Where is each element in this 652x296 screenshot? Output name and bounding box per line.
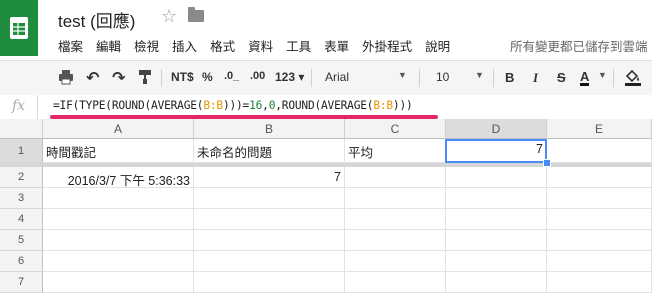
cell-c6[interactable]: [345, 251, 446, 272]
strikethrough-button[interactable]: S: [557, 70, 566, 85]
formula-input[interactable]: =IF(TYPE(ROUND(AVERAGE(B:B)))=16,0,ROUND…: [53, 99, 413, 112]
menu-file[interactable]: 檔案: [58, 36, 83, 55]
cell-a5[interactable]: [43, 230, 194, 251]
cell-e7[interactable]: [547, 272, 652, 293]
sheets-icon: [10, 17, 28, 39]
print-icon[interactable]: [58, 69, 74, 88]
undo-icon[interactable]: ↶: [86, 68, 99, 88]
formula-text: ))): [392, 99, 413, 112]
column-header-b[interactable]: B: [194, 119, 345, 139]
cell-d3[interactable]: [446, 188, 547, 209]
percent-format-button[interactable]: %: [202, 70, 213, 84]
document-title[interactable]: test (回應): [58, 7, 135, 32]
toolbar: ↶ ↷ NT$ % .0_ .00 123 ▾ Arial ▼ 10 ▼ B I…: [0, 60, 652, 96]
cell-e2[interactable]: [547, 167, 652, 188]
menu-form[interactable]: 表單: [324, 36, 349, 55]
paint-format-icon[interactable]: [138, 69, 152, 88]
menu-tools[interactable]: 工具: [286, 36, 311, 55]
formula-text: ,ROUND(AVERAGE(: [275, 99, 374, 112]
save-status: 所有變更都已儲存到雲端: [510, 40, 648, 54]
row-header-5[interactable]: 5: [0, 230, 43, 251]
folder-icon[interactable]: [188, 7, 204, 22]
cell-b7[interactable]: [194, 272, 345, 293]
row-header-3[interactable]: 3: [0, 188, 43, 209]
cell-d7[interactable]: [446, 272, 547, 293]
formula-range-ref: B:B: [373, 99, 393, 112]
formula-range-ref: B:B: [203, 99, 223, 112]
cell-a1[interactable]: 時間戳記: [43, 139, 194, 163]
chevron-down-icon[interactable]: ▼: [398, 70, 407, 80]
cell-c4[interactable]: [345, 209, 446, 230]
cell-e4[interactable]: [547, 209, 652, 230]
menu-format[interactable]: 格式: [210, 36, 235, 55]
row-header-4[interactable]: 4: [0, 209, 43, 230]
star-icon[interactable]: ☆: [161, 6, 177, 27]
cell-d4[interactable]: [446, 209, 547, 230]
cell-c2[interactable]: [345, 167, 446, 188]
font-family-select[interactable]: Arial: [325, 70, 349, 84]
chevron-down-icon[interactable]: ▼: [475, 70, 484, 80]
redo-icon[interactable]: ↷: [112, 68, 125, 88]
menu-insert[interactable]: 插入: [172, 36, 197, 55]
cell-d5[interactable]: [446, 230, 547, 251]
cell-c3[interactable]: [345, 188, 446, 209]
menu-view[interactable]: 檢視: [134, 36, 159, 55]
menu-bar: 檔案 編輯 檢視 插入 格式 資料 工具 表單 外掛程式 說明: [58, 36, 463, 55]
cell-e6[interactable]: [547, 251, 652, 272]
cell-a3[interactable]: [43, 188, 194, 209]
column-header-a[interactable]: A: [43, 119, 194, 139]
fx-label: fx: [12, 98, 26, 114]
select-all-corner[interactable]: [0, 119, 43, 139]
italic-button[interactable]: I: [533, 70, 538, 86]
cell-b3[interactable]: [194, 188, 345, 209]
cell-d6[interactable]: [446, 251, 547, 272]
cell-b1[interactable]: 未命名的問題: [194, 139, 345, 163]
cell-a6[interactable]: [43, 251, 194, 272]
cell-c1[interactable]: 平均: [345, 139, 446, 163]
currency-format-button[interactable]: NT$: [171, 70, 194, 84]
decrease-decimal-button[interactable]: .0_: [224, 70, 239, 82]
formula-text: =IF(TYPE(ROUND(AVERAGE(: [53, 99, 204, 112]
sheet-grid: A B C D E 1 2 3 4 5 6 7 時間戳記 未命名的問題 平均 7…: [0, 119, 652, 296]
cell-b4[interactable]: [194, 209, 345, 230]
menu-data[interactable]: 資料: [248, 36, 273, 55]
row-header-2[interactable]: 2: [0, 167, 43, 188]
chevron-down-icon[interactable]: ▼: [598, 70, 607, 80]
cell-e1[interactable]: [547, 139, 652, 163]
cell-b6[interactable]: [194, 251, 345, 272]
column-header-c[interactable]: C: [345, 119, 446, 139]
cell-a4[interactable]: [43, 209, 194, 230]
text-color-button[interactable]: A: [580, 70, 590, 86]
formula-number: 16: [249, 99, 263, 112]
font-size-select[interactable]: 10: [436, 70, 449, 84]
increase-decimal-button[interactable]: .00: [250, 70, 265, 82]
cell-e3[interactable]: [547, 188, 652, 209]
menu-edit[interactable]: 編輯: [96, 36, 121, 55]
fill-color-icon[interactable]: [624, 68, 642, 89]
sheets-logo[interactable]: [0, 0, 38, 56]
cell-c7[interactable]: [345, 272, 446, 293]
cell-a2[interactable]: 2016/3/7 下午 5:36:33: [43, 167, 194, 188]
cell-a7[interactable]: [43, 272, 194, 293]
row-header-1[interactable]: 1: [0, 139, 43, 163]
active-cell-outline: [445, 139, 547, 163]
fill-handle[interactable]: [543, 159, 551, 167]
menu-help[interactable]: 說明: [425, 36, 450, 55]
cell-b2[interactable]: 7: [194, 167, 345, 188]
menu-addons[interactable]: 外掛程式: [362, 36, 412, 55]
cell-d2[interactable]: [446, 167, 547, 188]
row-header-7[interactable]: 7: [0, 272, 43, 293]
bold-button[interactable]: B: [505, 70, 514, 85]
more-formats-button[interactable]: 123 ▾: [275, 70, 304, 84]
column-header-e[interactable]: E: [547, 119, 652, 139]
row-header-6[interactable]: 6: [0, 251, 43, 272]
cell-e5[interactable]: [547, 230, 652, 251]
cell-b5[interactable]: [194, 230, 345, 251]
cell-c5[interactable]: [345, 230, 446, 251]
column-header-d[interactable]: D: [446, 119, 547, 139]
formula-text: )))=: [222, 99, 250, 112]
